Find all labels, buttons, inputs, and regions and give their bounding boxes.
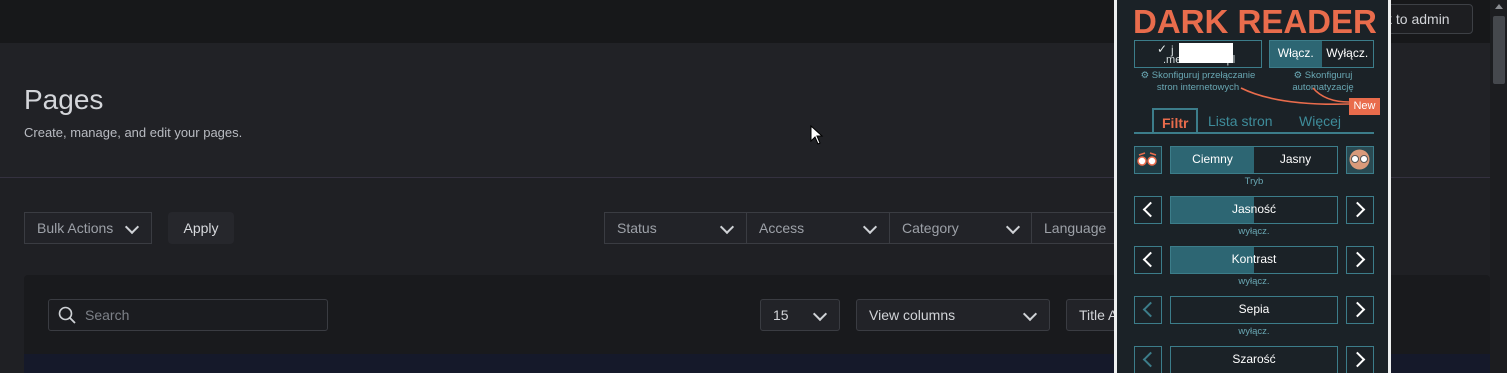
bulk-actions-select[interactable]: Bulk Actions	[24, 212, 152, 244]
sepia-slider[interactable]: Sepia	[1170, 296, 1338, 324]
category-filter-select[interactable]: Category	[889, 212, 1033, 244]
search-icon	[58, 306, 76, 324]
on-button[interactable]: Włącz.	[1270, 41, 1322, 67]
per-page-select[interactable]: 15	[760, 299, 840, 331]
view-columns-label: View columns	[869, 307, 956, 323]
chevron-down-icon	[812, 306, 828, 322]
tab-filter[interactable]: Filtr	[1152, 108, 1199, 134]
brightness-label: Jasność	[1231, 202, 1277, 216]
brightness-increase-button[interactable]	[1346, 196, 1374, 224]
dark-mode-button[interactable]: Ciemny	[1171, 147, 1254, 173]
bulk-actions-label: Bulk Actions	[37, 220, 114, 236]
page-title: Pages	[24, 84, 104, 115]
tab-more[interactable]: Więcej	[1299, 108, 1341, 134]
chevron-left-icon	[1142, 201, 1159, 218]
contrast-increase-button[interactable]	[1346, 246, 1374, 274]
brightness-slider[interactable]: Jasność	[1170, 196, 1338, 224]
per-page-value: 15	[773, 307, 789, 323]
mode-label: Tryb	[1244, 176, 1264, 187]
status-filter-select[interactable]: Status	[604, 212, 747, 244]
access-filter-select[interactable]: Access	[746, 212, 890, 244]
search-input[interactable]: Search	[48, 299, 328, 331]
contrast-slider[interactable]: Kontrast	[1170, 246, 1338, 274]
contrast-decrease-button[interactable]	[1134, 246, 1162, 274]
new-feature-pointer-icon	[1240, 87, 1350, 105]
chevron-down-icon	[719, 219, 735, 235]
chevron-down-icon	[124, 219, 140, 235]
page-subtitle: Create, manage, and edit your pages.	[24, 125, 243, 140]
dark-reader-logo-title: DARK READER	[1133, 3, 1377, 40]
chevron-left-icon	[1142, 351, 1159, 368]
grayscale-slider[interactable]: Szarość	[1170, 346, 1338, 373]
brightness-decrease-button[interactable]	[1134, 196, 1162, 224]
light-mode-face-icon[interactable]	[1346, 146, 1374, 174]
chevron-down-icon	[862, 219, 878, 235]
mouse-cursor-icon	[810, 125, 824, 145]
sepia-status: wyłącz.	[1238, 326, 1270, 337]
sort-label: Title A	[1079, 307, 1118, 323]
sepia-decrease-button[interactable]	[1134, 296, 1162, 324]
chevron-down-icon	[1005, 219, 1021, 235]
scrollbar-thumb[interactable]	[1493, 16, 1505, 84]
language-filter-label: Language	[1044, 220, 1107, 236]
access-filter-label: Access	[759, 220, 805, 236]
off-button[interactable]: Wyłącz.	[1322, 41, 1374, 67]
chevron-right-icon	[1349, 251, 1366, 268]
brightness-status: wyłącz.	[1238, 226, 1270, 237]
contrast-status: wyłącz.	[1238, 276, 1270, 287]
tab-bar: Filtr Lista stron Więcej	[1134, 108, 1374, 134]
dark-reader-popup: DARK READER ✓ j .mediamarkt.pl Włącz. Wy…	[1114, 0, 1391, 373]
view-columns-select[interactable]: View columns	[856, 299, 1050, 331]
grayscale-increase-button[interactable]	[1346, 346, 1374, 373]
grayscale-decrease-button[interactable]	[1134, 346, 1162, 373]
site-toggle-button[interactable]: ✓ j .mediamarkt.pl	[1134, 40, 1262, 68]
chevron-right-icon	[1349, 201, 1366, 218]
dark-mode-face-icon[interactable]	[1134, 146, 1162, 174]
tab-site-list[interactable]: Lista stron	[1208, 108, 1273, 134]
chevron-right-icon	[1349, 301, 1366, 318]
sepia-label: Sepia	[1238, 302, 1270, 316]
on-off-toggle[interactable]: Włącz. Wyłącz.	[1269, 40, 1374, 68]
status-filter-label: Status	[617, 220, 657, 236]
chevron-left-icon	[1142, 251, 1159, 268]
chevron-left-icon	[1142, 301, 1159, 318]
redaction-box	[1179, 43, 1233, 63]
chevron-right-icon	[1349, 351, 1366, 368]
scroll-up-icon[interactable]	[1495, 4, 1503, 9]
chevron-down-icon	[1022, 306, 1038, 322]
sepia-increase-button[interactable]	[1346, 296, 1374, 324]
search-placeholder: Search	[85, 307, 130, 323]
grayscale-label: Szarość	[1232, 352, 1276, 366]
mode-toggle[interactable]: Ciemny Jasny	[1170, 146, 1338, 174]
apply-button[interactable]: Apply	[168, 212, 234, 244]
light-mode-button[interactable]: Jasny	[1254, 147, 1337, 173]
category-filter-label: Category	[902, 220, 959, 236]
language-filter-select[interactable]: Language	[1031, 212, 1121, 244]
contrast-label: Kontrast	[1231, 252, 1277, 266]
